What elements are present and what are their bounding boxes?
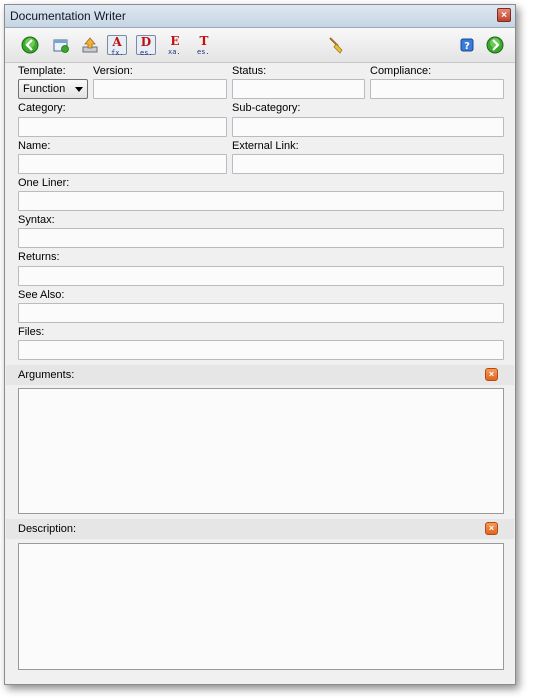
compliance-label: Compliance: [370, 65, 432, 77]
syntax-label: Syntax: [18, 214, 55, 226]
forward-button[interactable] [485, 35, 505, 55]
arguments-header-bar [6, 365, 514, 385]
new-doc-button[interactable] [51, 35, 71, 55]
subcategory-input[interactable] [232, 117, 504, 137]
category-input[interactable] [18, 117, 227, 137]
status-input[interactable] [232, 79, 365, 99]
format-t-button[interactable]: T es. [194, 35, 214, 56]
new-document-icon [53, 39, 69, 53]
format-d-button[interactable]: D es. [136, 35, 156, 57]
format-t-sub: es. [197, 48, 210, 56]
broom-icon [329, 37, 343, 54]
chevron-down-icon [75, 87, 83, 92]
one-liner-input[interactable] [18, 191, 504, 211]
category-label: Category: [18, 102, 66, 114]
arguments-clear-button[interactable]: × [485, 368, 498, 381]
template-label: Template: [18, 65, 66, 77]
help-button[interactable]: ? [457, 35, 477, 55]
svg-text:?: ? [464, 41, 470, 52]
template-select[interactable]: Function [18, 79, 88, 99]
description-textarea[interactable] [18, 543, 504, 670]
returns-label: Returns: [18, 251, 60, 263]
one-liner-label: One Liner: [18, 177, 70, 189]
green-right-arrow-icon [486, 36, 504, 54]
toolbar: A fx. D es. E xa. T es. ? [5, 28, 515, 63]
clean-button[interactable] [326, 35, 346, 55]
arguments-textarea[interactable] [18, 388, 504, 514]
version-input[interactable] [93, 79, 227, 99]
see-also-input[interactable] [18, 303, 504, 323]
upload-button[interactable] [80, 35, 100, 55]
format-e-button[interactable]: E xa. [165, 35, 185, 56]
version-label: Version: [93, 65, 133, 77]
external-link-label: External Link: [232, 140, 299, 152]
returns-input[interactable] [18, 266, 504, 286]
window-close-button[interactable]: × [497, 8, 511, 22]
back-button[interactable] [20, 35, 40, 55]
help-icon: ? [460, 38, 474, 52]
format-a-button[interactable]: A fx. [107, 35, 127, 57]
format-a-sub: fx. [111, 49, 124, 57]
files-input[interactable] [18, 340, 504, 360]
format-e-sub: xa. [168, 48, 181, 56]
description-header-bar [6, 519, 514, 539]
external-link-input[interactable] [232, 154, 504, 174]
files-label: Files: [18, 326, 45, 338]
name-label: Name: [18, 140, 51, 152]
template-selected-value: Function [23, 83, 66, 95]
format-d-sub: es. [140, 49, 153, 57]
see-also-label: See Also: [18, 289, 65, 301]
green-left-arrow-icon [21, 36, 39, 54]
arguments-label: Arguments: [18, 369, 75, 381]
upload-icon [82, 37, 98, 53]
documentation-writer-window: Documentation Writer × A fx. D es. E xa.… [4, 4, 516, 685]
title-bar: Documentation Writer × [5, 5, 515, 28]
syntax-input[interactable] [18, 228, 504, 248]
name-input[interactable] [18, 154, 227, 174]
subcategory-label: Sub-category: [232, 102, 301, 114]
description-clear-button[interactable]: × [485, 522, 498, 535]
compliance-input[interactable] [370, 79, 504, 99]
window-title: Documentation Writer [10, 9, 126, 23]
description-label: Description: [18, 523, 77, 535]
status-label: Status: [232, 65, 267, 77]
